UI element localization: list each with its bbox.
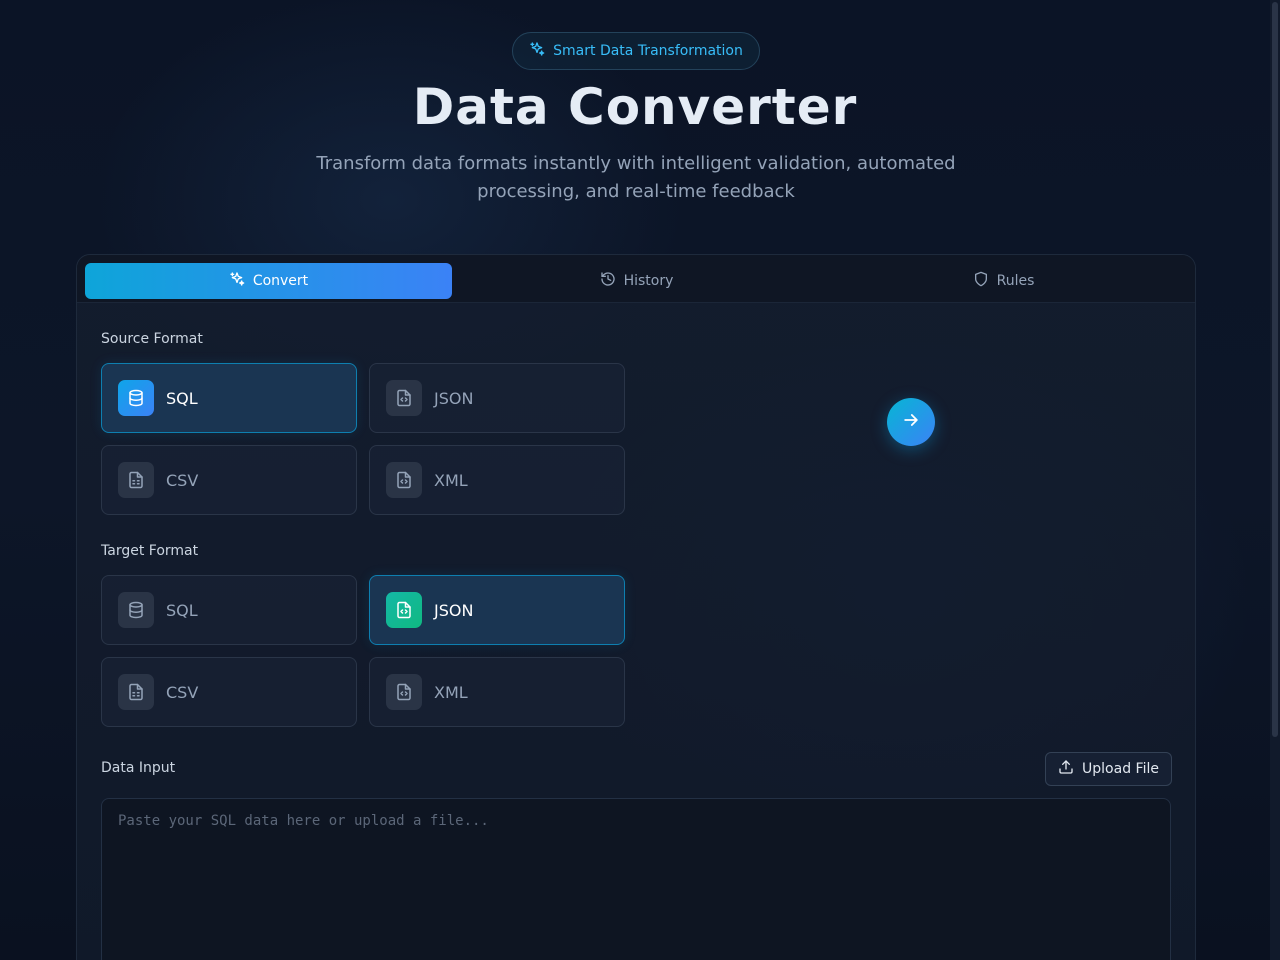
target-format-csv-label: CSV xyxy=(166,682,199,702)
arrow-right-icon xyxy=(901,410,921,434)
upload-file-label: Upload File xyxy=(1082,761,1159,777)
shield-icon xyxy=(973,271,989,291)
tab-rules-label: Rules xyxy=(996,273,1035,289)
database-icon xyxy=(118,380,154,416)
file-code-icon xyxy=(386,462,422,498)
tab-convert[interactable]: Convert xyxy=(85,263,452,299)
target-format-xml-label: XML xyxy=(434,682,468,702)
file-spreadsheet-icon xyxy=(118,674,154,710)
tab-bar: Convert History Rules xyxy=(77,255,1195,303)
file-code-icon xyxy=(386,592,422,628)
target-format-sql[interactable]: SQL xyxy=(101,575,357,645)
scrollbar-thumb[interactable] xyxy=(1272,2,1278,737)
target-format-csv[interactable]: CSV xyxy=(101,657,357,727)
source-format-json[interactable]: JSON xyxy=(369,363,625,433)
data-input-label: Data Input xyxy=(101,760,176,776)
target-format-label: Target Format xyxy=(101,543,199,559)
tab-history-label: History xyxy=(623,273,674,289)
source-format-sql-label: SQL xyxy=(166,388,198,408)
target-format-json-label: JSON xyxy=(434,600,474,620)
source-format-xml[interactable]: XML xyxy=(369,445,625,515)
tab-rules[interactable]: Rules xyxy=(820,263,1187,299)
sparkles-icon xyxy=(229,271,245,291)
sparkles-icon xyxy=(529,41,545,61)
page-scrollbar[interactable] xyxy=(1270,0,1280,960)
swap-convert-button[interactable] xyxy=(887,398,935,446)
file-code-icon xyxy=(386,380,422,416)
data-input-textarea[interactable] xyxy=(101,798,1171,960)
target-format-sql-label: SQL xyxy=(166,600,198,620)
source-format-sql[interactable]: SQL xyxy=(101,363,357,433)
header-badge: Smart Data Transformation xyxy=(512,32,760,70)
upload-icon xyxy=(1058,759,1074,779)
header-badge-label: Smart Data Transformation xyxy=(553,43,743,59)
tab-history[interactable]: History xyxy=(453,263,820,299)
history-icon xyxy=(600,271,616,291)
source-format-json-label: JSON xyxy=(434,388,474,408)
tab-convert-label: Convert xyxy=(252,273,309,289)
source-format-xml-label: XML xyxy=(434,470,468,490)
target-format-json[interactable]: JSON xyxy=(369,575,625,645)
file-code-icon xyxy=(386,674,422,710)
database-icon xyxy=(118,592,154,628)
source-format-label: Source Format xyxy=(101,331,203,347)
source-format-csv[interactable]: CSV xyxy=(101,445,357,515)
source-format-csv-label: CSV xyxy=(166,470,199,490)
target-format-xml[interactable]: XML xyxy=(369,657,625,727)
page-subtitle: Transform data formats instantly with in… xyxy=(316,153,956,202)
file-spreadsheet-icon xyxy=(118,462,154,498)
converter-card: Convert History Rules Source Format SQL … xyxy=(76,254,1196,960)
upload-file-button[interactable]: Upload File xyxy=(1045,752,1172,786)
page-title: Data Converter xyxy=(412,78,858,136)
